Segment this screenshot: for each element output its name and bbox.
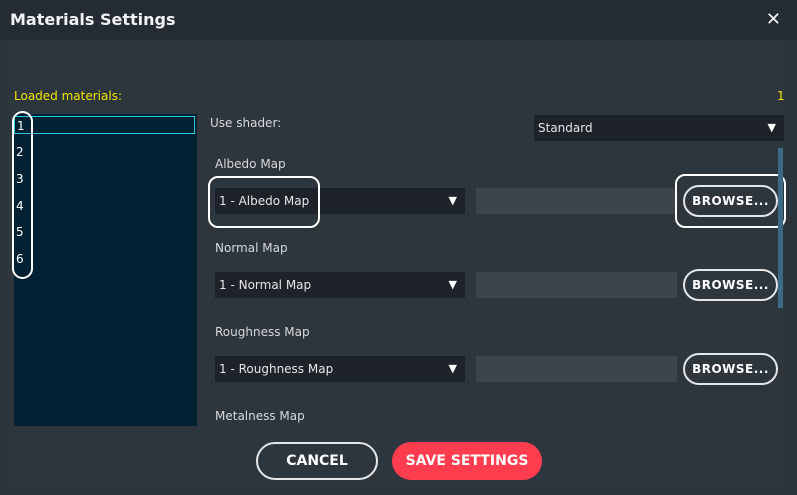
shader-dropdown-value: Standard bbox=[538, 121, 593, 135]
window-title: Materials Settings bbox=[10, 10, 176, 29]
save-settings-button[interactable]: SAVE SETTINGS bbox=[392, 442, 542, 480]
roughness-browse-button[interactable]: BROWSE... bbox=[683, 353, 778, 385]
materials-settings-window: Materials Settings ✕ Loaded materials: 1… bbox=[0, 0, 797, 495]
annotation-highlight-albedo-browse bbox=[675, 174, 786, 228]
normal-map-path-field[interactable] bbox=[476, 272, 677, 298]
roughness-map-dropdown-value: 1 - Roughness Map bbox=[219, 362, 334, 376]
list-item[interactable]: 5 bbox=[14, 223, 195, 241]
normal-map-label: Normal Map bbox=[215, 241, 288, 255]
loaded-materials-label: Loaded materials: bbox=[14, 89, 122, 103]
chevron-down-icon: ▼ bbox=[448, 278, 457, 291]
list-item[interactable]: 1 bbox=[14, 116, 195, 134]
list-item[interactable]: 4 bbox=[14, 197, 195, 215]
shader-dropdown[interactable]: Standard ▼ bbox=[534, 115, 784, 141]
annotation-highlight-albedo-dropdown bbox=[208, 176, 320, 228]
chevron-down-icon: ▼ bbox=[448, 194, 457, 207]
title-bar: Materials Settings ✕ bbox=[0, 0, 797, 40]
roughness-map-dropdown[interactable]: 1 - Roughness Map ▼ bbox=[215, 356, 465, 382]
loaded-materials-count: 1 bbox=[777, 89, 785, 103]
roughness-map-label: Roughness Map bbox=[215, 325, 310, 339]
chevron-down-icon: ▼ bbox=[448, 362, 457, 375]
albedo-map-label: Albedo Map bbox=[215, 157, 286, 171]
albedo-map-path-field[interactable] bbox=[476, 188, 677, 214]
normal-map-dropdown-value: 1 - Normal Map bbox=[219, 278, 312, 292]
settings-scrollbar[interactable] bbox=[778, 148, 783, 308]
list-item[interactable]: 6 bbox=[14, 250, 195, 268]
cancel-button[interactable]: CANCEL bbox=[256, 442, 378, 480]
close-icon[interactable]: ✕ bbox=[766, 9, 781, 30]
materials-list: 1 2 3 4 5 6 bbox=[14, 114, 197, 426]
normal-map-dropdown[interactable]: 1 - Normal Map ▼ bbox=[215, 272, 465, 298]
metalness-map-label: Metalness Map bbox=[215, 409, 305, 423]
chevron-down-icon: ▼ bbox=[767, 121, 776, 134]
roughness-map-path-field[interactable] bbox=[476, 356, 677, 382]
list-item[interactable]: 2 bbox=[14, 143, 195, 161]
normal-browse-button[interactable]: BROWSE... bbox=[683, 269, 778, 301]
list-item[interactable]: 3 bbox=[14, 170, 195, 188]
use-shader-label: Use shader: bbox=[210, 116, 282, 130]
annotation-highlight-list bbox=[12, 111, 33, 279]
